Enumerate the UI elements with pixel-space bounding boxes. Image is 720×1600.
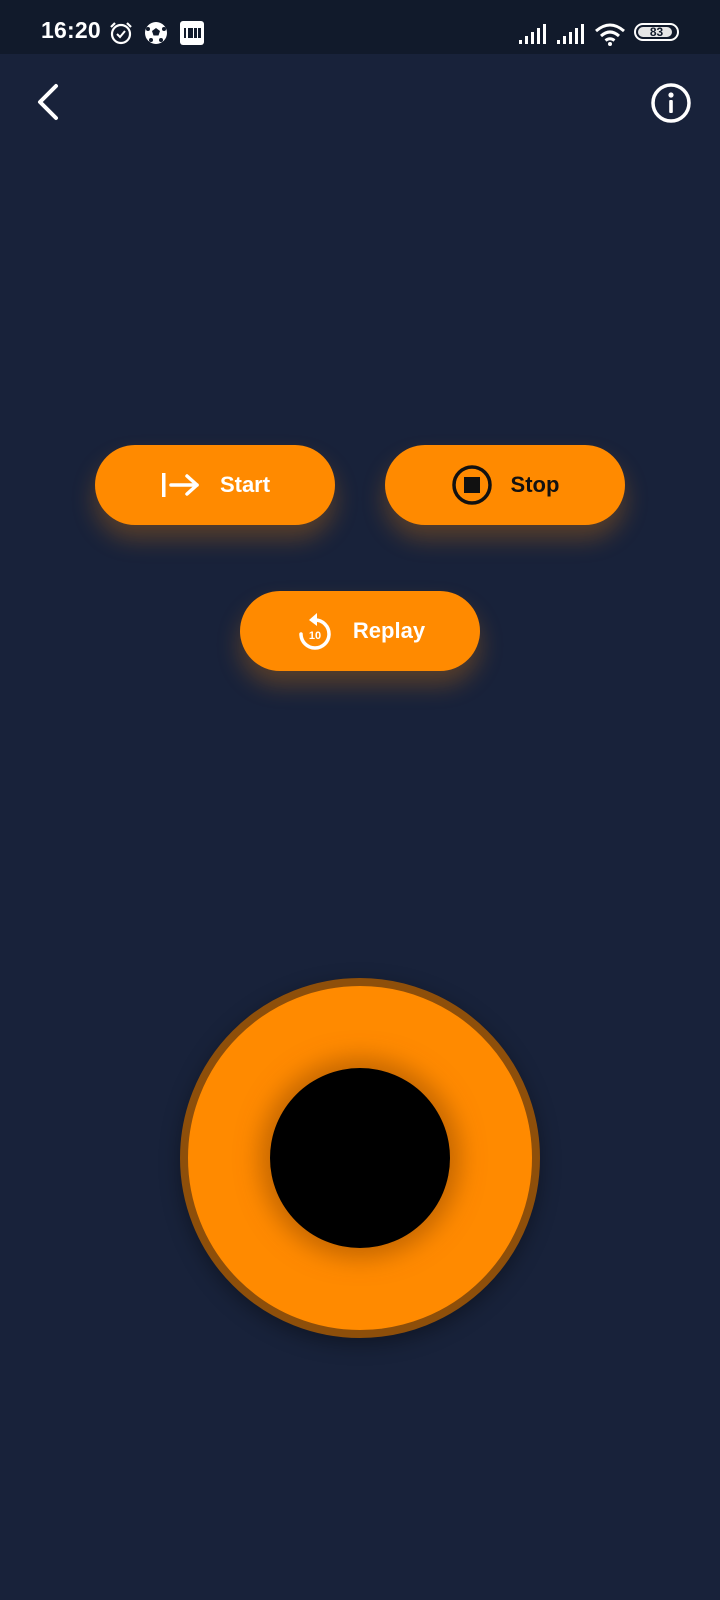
stop-button[interactable]: Stop — [385, 445, 625, 525]
soccer-ball-icon — [143, 20, 169, 46]
info-button[interactable] — [650, 82, 692, 124]
info-circle-icon — [650, 83, 692, 128]
chevron-left-icon — [30, 84, 70, 128]
signal-icon — [556, 22, 586, 46]
big-action-button-center — [270, 1068, 450, 1248]
imdb-icon — [179, 20, 205, 46]
status-bar: 16:20 83 — [0, 0, 720, 54]
battery-level: 83 — [649, 25, 664, 39]
back-button[interactable] — [30, 80, 70, 124]
status-time: 16:20 — [41, 17, 101, 43]
stop-label: Stop — [510, 472, 560, 497]
start-button[interactable]: Start — [95, 445, 335, 525]
replay-button[interactable]: 10 Replay — [240, 591, 480, 671]
replay-10-icon: 10 — [295, 610, 335, 652]
start-label: Start — [219, 472, 271, 497]
signal-icon — [518, 22, 548, 46]
arrow-right-to-bar-icon — [160, 471, 202, 499]
replay-seconds: 10 — [309, 630, 321, 642]
stop-circle-icon — [451, 464, 493, 506]
battery-icon: 83 — [634, 23, 679, 41]
wifi-icon — [594, 22, 626, 48]
alarm-icon — [108, 20, 134, 46]
replay-label: Replay — [352, 618, 426, 643]
